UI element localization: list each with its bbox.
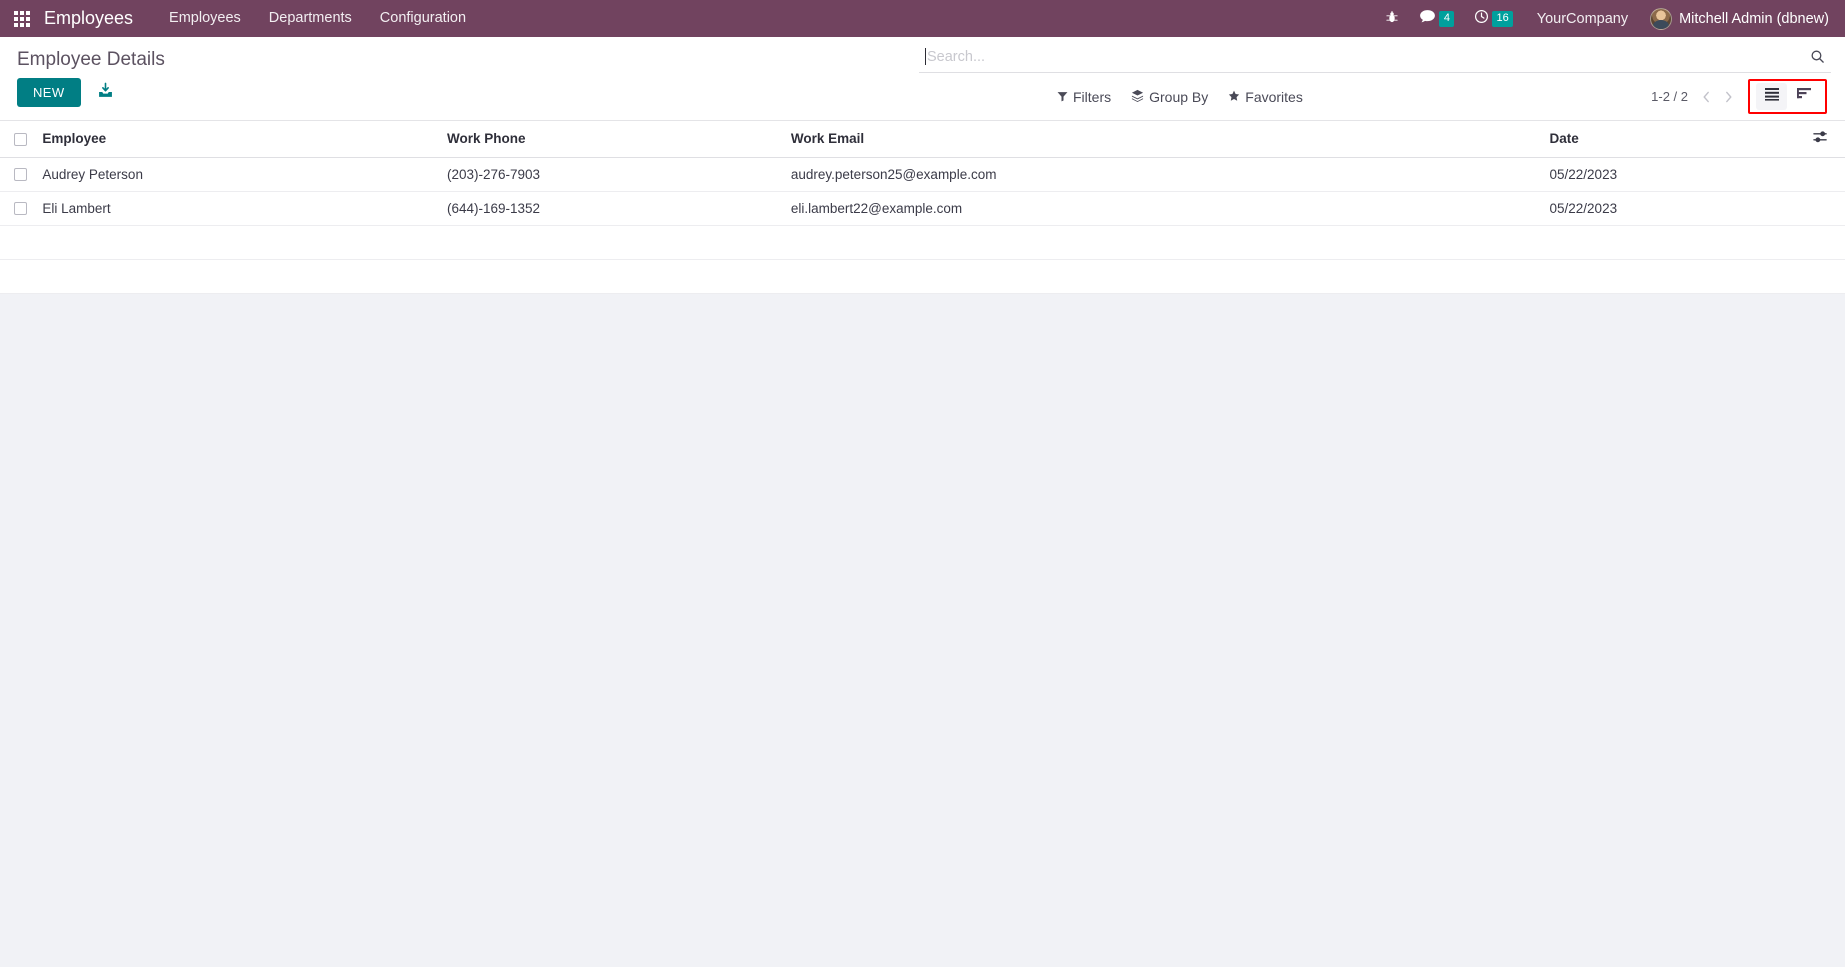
clock-icon	[1474, 9, 1489, 28]
checkbox-unchecked-icon[interactable]	[14, 133, 27, 147]
main-menu-links: Employees Departments Configuration	[155, 3, 480, 34]
new-button[interactable]: NEW	[17, 77, 81, 107]
column-header-employee[interactable]: Employee	[34, 121, 439, 158]
funnel-icon	[1057, 90, 1068, 104]
table-header-row: Employee Work Phone Work Email Date	[0, 121, 1845, 158]
employee-list-table: Employee Work Phone Work Email Date Audr…	[0, 121, 1845, 294]
user-menu-button[interactable]: Mitchell Admin (dbnew)	[1642, 4, 1831, 34]
user-menu-label: Mitchell Admin (dbnew)	[1679, 10, 1829, 27]
pager-and-views: 1-2 / 2	[1645, 79, 1827, 114]
cell-work-email: audrey.peterson25@example.com	[782, 157, 1542, 192]
activity-menu-button[interactable]: 16	[1464, 3, 1522, 34]
apps-grid-icon	[14, 10, 30, 27]
chat-bubble-icon	[1419, 9, 1436, 28]
group-by-label: Group By	[1149, 88, 1209, 105]
magnifier-icon[interactable]	[1802, 49, 1825, 64]
messaging-menu-button[interactable]: 4	[1409, 3, 1464, 34]
row-select-cell	[0, 191, 35, 226]
column-header-work-phone[interactable]: Work Phone	[438, 121, 783, 158]
pager-range[interactable]: 1-2 / 2	[1645, 89, 1694, 104]
cell-date: 05/22/2023	[1541, 191, 1805, 226]
search-view[interactable]	[919, 43, 1831, 73]
menu-item-employees[interactable]: Employees	[155, 3, 255, 34]
column-options-icon[interactable]	[1812, 130, 1828, 144]
systray: 4 16 YourCompany Mitchell Admin (dbnew)	[1375, 3, 1831, 34]
layers-icon	[1131, 89, 1144, 104]
pager-next-button[interactable]	[1718, 86, 1738, 108]
cell-work-email: eli.lambert22@example.com	[782, 191, 1542, 226]
list-view-content: Employee Work Phone Work Email Date Audr…	[0, 121, 1845, 294]
pager: 1-2 / 2	[1645, 86, 1738, 108]
search-options-row: Filters Group By Favorites 1-2 / 2	[919, 73, 1831, 120]
search-dropdown-menus: Filters Group By Favorites	[1057, 89, 1303, 104]
menu-item-departments[interactable]: Departments	[255, 3, 366, 34]
footer-cell	[782, 259, 1542, 294]
company-switcher[interactable]: YourCompany	[1523, 5, 1642, 33]
page-background	[0, 293, 1845, 967]
menu-item-configuration[interactable]: Configuration	[366, 3, 480, 34]
cell-work-phone: (203)-276-7903	[438, 157, 783, 192]
footer-cell	[34, 259, 439, 294]
table-footer-row	[0, 259, 1845, 294]
footer-cell	[438, 259, 783, 294]
activity-count-badge: 16	[1492, 10, 1513, 27]
favorites-dropdown[interactable]: Favorites	[1228, 90, 1303, 104]
control-panel-right: Filters Group By	[919, 37, 1831, 120]
filler-cell	[782, 225, 1542, 260]
filters-dropdown[interactable]: Filters	[1057, 90, 1111, 104]
footer-cell	[1541, 259, 1805, 294]
cell-work-phone: (644)-169-1352	[438, 191, 783, 226]
filler-cell	[1541, 225, 1805, 260]
avatar	[1650, 7, 1673, 30]
top-navbar: Employees Employees Departments Configur…	[0, 0, 1845, 37]
debug-manager-button[interactable]	[1375, 4, 1409, 34]
row-select-cell	[0, 157, 35, 192]
messaging-count-badge: 4	[1439, 10, 1455, 27]
bug-icon	[1385, 10, 1399, 28]
list-view-button[interactable]	[1756, 83, 1787, 110]
pivot-view-icon	[1796, 87, 1812, 106]
select-all-header	[0, 121, 35, 158]
cell-employee: Audrey Peterson	[34, 157, 439, 192]
control-panel-buttons: NEW	[14, 77, 919, 117]
footer-cell	[1804, 259, 1845, 294]
column-header-work-email[interactable]: Work Email	[782, 121, 1542, 158]
import-records-icon	[97, 82, 114, 102]
checkbox-unchecked-icon[interactable]	[14, 202, 27, 216]
cell-date: 05/22/2023	[1541, 157, 1805, 192]
search-input[interactable]	[927, 48, 1802, 65]
filler-cell	[1804, 225, 1845, 260]
control-panel: Employee Details NEW Search... Filters G…	[0, 37, 1845, 121]
favorites-label: Favorites	[1245, 88, 1303, 105]
pivot-view-button[interactable]	[1788, 83, 1819, 110]
pager-previous-button[interactable]	[1696, 86, 1716, 108]
apps-menu-button[interactable]	[8, 5, 36, 33]
optional-columns-header	[1804, 121, 1845, 158]
cell-employee: Eli Lambert	[34, 191, 439, 226]
filler-cell	[0, 225, 35, 260]
table-filler-row	[0, 225, 1845, 260]
filters-label: Filters	[1073, 88, 1112, 105]
table-row[interactable]: Eli Lambert (644)-169-1352 eli.lambert22…	[0, 191, 1845, 226]
checkbox-unchecked-icon[interactable]	[14, 168, 27, 182]
cell-spacer	[1804, 157, 1845, 192]
table-row[interactable]: Audrey Peterson (203)-276-7903 audrey.pe…	[0, 157, 1845, 192]
view-switcher	[1748, 79, 1827, 114]
group-by-dropdown[interactable]: Group By	[1131, 89, 1208, 104]
filler-cell	[34, 225, 439, 260]
app-brand-employees[interactable]: Employees	[44, 8, 133, 29]
star-icon	[1228, 90, 1240, 104]
import-records-button[interactable]	[95, 80, 116, 104]
table-body: Audrey Peterson (203)-276-7903 audrey.pe…	[0, 157, 1845, 294]
column-header-date[interactable]: Date	[1541, 121, 1805, 158]
table-header: Employee Work Phone Work Email Date	[0, 121, 1845, 158]
footer-cell	[0, 259, 35, 294]
list-view-icon	[1764, 87, 1780, 106]
filler-cell	[438, 225, 783, 260]
control-panel-left: Employee Details NEW	[14, 37, 919, 117]
search-text-cursor	[925, 48, 926, 65]
page-title: Employee Details	[17, 49, 165, 70]
cell-spacer	[1804, 191, 1845, 226]
